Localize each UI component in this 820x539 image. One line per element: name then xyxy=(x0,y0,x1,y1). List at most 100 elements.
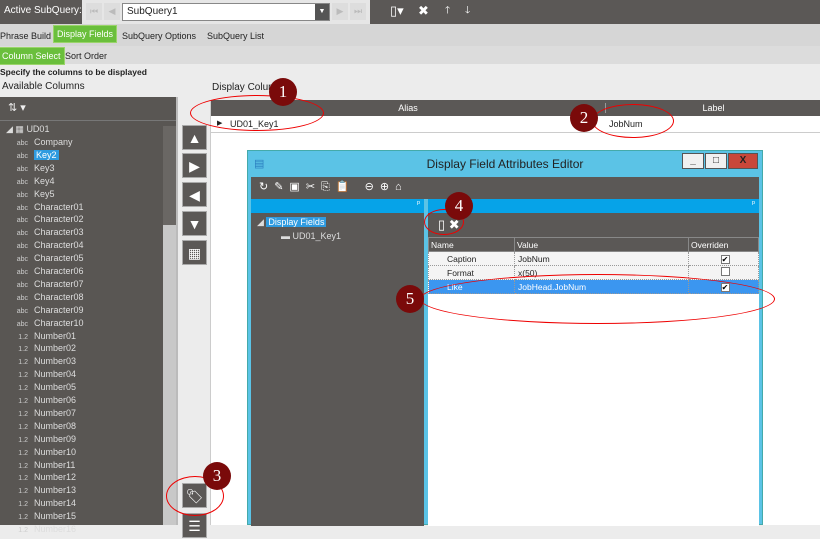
callout-3: 3 xyxy=(203,462,231,490)
calculator-button[interactable]: ▦ xyxy=(182,240,207,265)
list-item[interactable]: abc Company xyxy=(0,137,73,150)
list-item[interactable]: 1.2 Number02 xyxy=(0,343,76,356)
maximize-button[interactable]: □ xyxy=(705,153,727,169)
instruction-text: Specify the columns to be displayed xyxy=(0,67,147,77)
type-icon: abc xyxy=(16,204,28,212)
add-column-button[interactable]: ▶ xyxy=(182,153,207,178)
list-item[interactable]: 1.2 Number09 xyxy=(0,434,76,447)
column-name: Character02 xyxy=(34,214,84,225)
prev-icon[interactable]: ◀ xyxy=(104,3,120,20)
list-item[interactable]: abc Character10 xyxy=(0,318,84,331)
list-item[interactable]: abc Character08 xyxy=(0,292,84,305)
list-item[interactable]: 1.2 Number13 xyxy=(0,485,76,498)
list-item[interactable]: abc Character04 xyxy=(0,240,84,253)
list-item[interactable]: 1.2 Number12 xyxy=(0,472,76,485)
close-button[interactable]: X xyxy=(728,153,758,169)
list-item[interactable]: abc Key4 xyxy=(0,176,55,189)
move-up-icon[interactable]: 🡑 xyxy=(445,3,450,20)
tab-phrase-build[interactable]: Phrase Build xyxy=(0,31,51,41)
subquery-select[interactable]: SubQuery1 xyxy=(122,3,330,21)
column-name: Number14 xyxy=(34,498,77,509)
tree-root[interactable]: ◢ ▦ UD01 xyxy=(6,124,49,137)
pin-icon[interactable]: ᵖ xyxy=(251,199,424,213)
type-icon: abc xyxy=(16,269,28,276)
minimize-button[interactable]: _ xyxy=(682,153,704,169)
scrollbar-thumb[interactable] xyxy=(163,225,176,525)
last-icon[interactable]: ⏭ xyxy=(350,3,366,20)
move-down-icon[interactable]: 🡓 xyxy=(465,3,470,20)
next-icon[interactable]: ▶ xyxy=(332,3,348,20)
type-icon: abc xyxy=(16,165,28,173)
type-icon: abc xyxy=(16,294,28,302)
dialog-toolbar[interactable]: ↻✎▣✂⎘📋 ⊖⊕⌂ xyxy=(251,177,759,199)
column-name: Number09 xyxy=(34,433,77,444)
overriden-checkbox[interactable] xyxy=(720,267,730,276)
tree-display-fields[interactable]: Display Fields xyxy=(266,217,327,227)
type-icon: 1.2 xyxy=(18,462,28,470)
list-item[interactable]: 1.2 Number05 xyxy=(0,382,76,395)
list-item[interactable]: abc Key3 xyxy=(0,163,55,176)
pin-icon[interactable]: ᵖ xyxy=(428,199,759,213)
overriden-checkbox[interactable]: ✔ xyxy=(720,254,730,264)
list-item[interactable]: abc Character09 xyxy=(0,305,84,318)
list-item[interactable]: abc Character01 xyxy=(0,202,84,215)
list-item[interactable]: abc Key5 xyxy=(0,189,55,202)
column-name: Number15 xyxy=(34,511,77,522)
list-item[interactable]: 1.2 Number11 xyxy=(0,460,75,473)
list-item[interactable]: abc Character06 xyxy=(0,266,84,279)
property-value[interactable]: JobNum xyxy=(514,251,689,266)
column-name: Company xyxy=(34,137,73,147)
first-icon[interactable]: ⏮ xyxy=(86,3,102,20)
list-item[interactable]: 1.2 Number08 xyxy=(0,421,76,434)
new-icon[interactable]: ▯▾ xyxy=(390,3,404,19)
list-item[interactable]: 1.2 Number10 xyxy=(0,447,76,460)
move-down-button[interactable]: ▼ xyxy=(182,211,207,236)
properties-toolbar: ▯ ✖ xyxy=(428,213,759,237)
sort-icon[interactable]: ⇅ ▾ xyxy=(0,97,176,121)
properties-pane: ᵖ ▯ ✖ Name Value Overriden Caption JobNum ✔ F… xyxy=(428,199,759,526)
list-item[interactable]: abc Character07 xyxy=(0,279,84,292)
list-item[interactable]: 1.2 Number15 xyxy=(0,511,76,524)
list-item[interactable]: 1.2 Number01 xyxy=(0,331,76,344)
list-button[interactable]: ☰ xyxy=(182,513,207,538)
list-item[interactable]: abc Character02 xyxy=(0,214,84,227)
list-item[interactable]: 1.2 Number16 xyxy=(0,524,76,537)
callout-ellipse xyxy=(420,274,775,324)
move-up-button[interactable]: ▲ xyxy=(182,125,207,150)
value-header: Value xyxy=(514,237,689,252)
tab-sort-order[interactable]: Sort Order xyxy=(65,51,107,61)
type-icon: 1.2 xyxy=(18,475,28,483)
column-name: Key4 xyxy=(34,175,55,186)
list-item[interactable]: abc Key2 xyxy=(0,149,59,163)
chevron-down-icon[interactable]: ▼ xyxy=(315,4,329,20)
tab-display-fields[interactable]: Display Fields xyxy=(53,25,118,43)
column-name: Number01 xyxy=(34,330,77,341)
list-item[interactable]: abc Character05 xyxy=(0,253,84,266)
type-icon: abc xyxy=(16,217,28,225)
tab-column-select[interactable]: Column Select xyxy=(0,47,65,65)
list-item[interactable]: 1.2 Number04 xyxy=(0,369,76,382)
column-name: Number12 xyxy=(34,472,77,483)
column-name: Character10 xyxy=(34,317,84,328)
name-header: Name xyxy=(428,237,515,252)
main-tabs: Phrase Build Display Fields SubQuery Opt… xyxy=(0,24,820,46)
list-item[interactable]: 1.2 Number07 xyxy=(0,408,76,421)
callout-2: 2 xyxy=(570,104,598,132)
list-item[interactable]: 1.2 Number06 xyxy=(0,395,76,408)
type-icon: 1.2 xyxy=(18,333,28,341)
tab-subquery-options[interactable]: SubQuery Options xyxy=(122,31,196,41)
property-row[interactable]: Caption JobNum ✔ xyxy=(428,251,759,266)
column-name: Number04 xyxy=(34,369,77,380)
list-item[interactable]: 1.2 Number14 xyxy=(0,498,76,511)
tab-subquery-list[interactable]: SubQuery List xyxy=(207,31,264,41)
tree-field[interactable]: UD01_Key1 xyxy=(293,231,342,241)
delete-icon[interactable]: ✖ xyxy=(418,3,429,19)
remove-column-button[interactable]: ◀ xyxy=(182,182,207,207)
list-item[interactable]: 1.2 Number03 xyxy=(0,356,76,369)
column-name: Number03 xyxy=(34,356,77,367)
type-icon: 1.2 xyxy=(18,372,28,380)
type-icon: abc xyxy=(16,281,28,289)
type-icon: 1.2 xyxy=(18,527,28,534)
type-icon: abc xyxy=(16,140,28,147)
list-item[interactable]: abc Character03 xyxy=(0,227,84,240)
